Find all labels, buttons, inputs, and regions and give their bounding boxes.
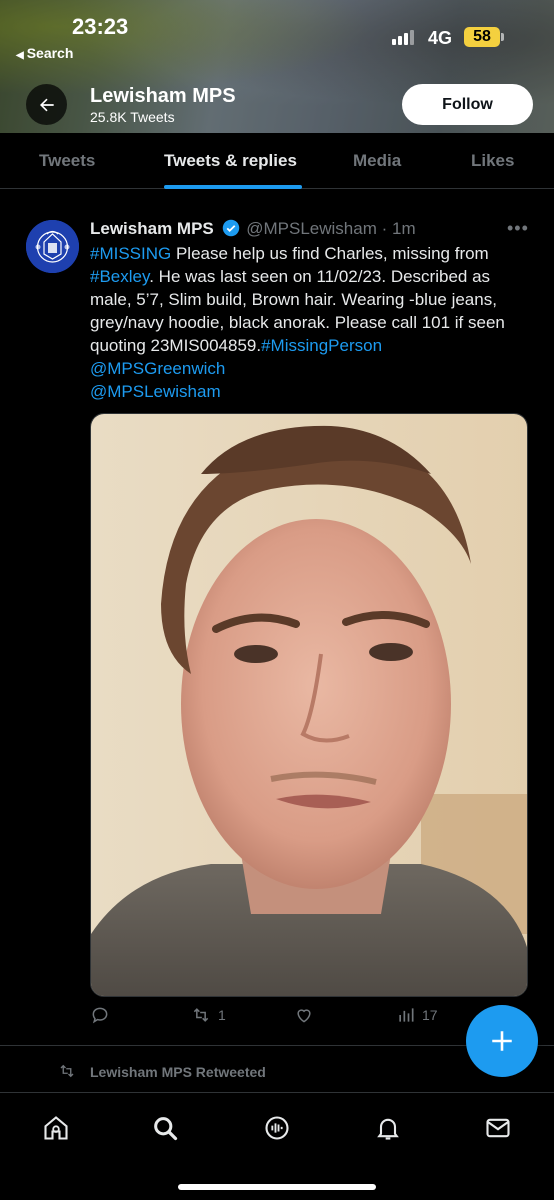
verified-badge-icon [222, 219, 239, 237]
active-tab-indicator [164, 185, 302, 189]
more-options-icon[interactable]: ••• [507, 218, 529, 239]
tab-tweets[interactable]: Tweets [39, 151, 95, 171]
follow-button[interactable]: Follow [402, 84, 533, 125]
profile-tabs: Tweets Tweets & replies Media Likes [0, 133, 554, 189]
heart-icon [297, 1009, 311, 1023]
photo-portrait [91, 414, 527, 996]
signal-icon [392, 29, 416, 45]
plus-icon [492, 1031, 512, 1051]
back-button[interactable] [26, 84, 67, 125]
tweet-text-part1: Please help us find Charles, missing fro… [171, 244, 489, 263]
tweet-text: #MISSING Please help us find Charles, mi… [90, 242, 536, 403]
tab-media[interactable]: Media [353, 151, 401, 171]
profile-name: Lewisham MPS [90, 85, 236, 107]
author-name[interactable]: Lewisham MPS [90, 219, 214, 238]
hashtag-bexley[interactable]: #Bexley [90, 267, 149, 286]
compose-tweet-button[interactable] [466, 1005, 538, 1077]
views-button[interactable]: 17 [396, 1005, 438, 1025]
views-count: 17 [422, 1007, 438, 1023]
views-icon [399, 1008, 414, 1022]
tweet-header: Lewisham MPS @MPSLewisham · 1m [90, 219, 416, 239]
tab-likes[interactable]: Likes [471, 151, 514, 171]
tweet-time: · 1m [381, 219, 416, 238]
police-crest-icon [26, 220, 79, 273]
mention-lewisham[interactable]: @MPSLewisham [90, 382, 221, 401]
retweet-button[interactable]: 1 [190, 1005, 226, 1025]
messages-icon[interactable] [483, 1113, 513, 1143]
back-to-app-label: Search [26, 45, 74, 61]
hashtag-missing-person[interactable]: #MissingPerson [261, 336, 382, 355]
profile-nav-row: Lewisham MPS 25.8K Tweets Follow [0, 80, 554, 130]
tweet[interactable]: Lewisham MPS @MPSLewisham · 1m ••• #MISS… [0, 190, 554, 1046]
back-triangle-icon: ◀ [16, 50, 24, 61]
search-icon[interactable] [150, 1113, 180, 1143]
status-time: 23:23 [72, 14, 129, 39]
status-bar: 23:23 ◀ Search 4G 58 [0, 0, 554, 70]
like-button[interactable] [294, 1005, 320, 1025]
reply-icon [92, 1007, 108, 1024]
retweet-small-icon [60, 1064, 74, 1078]
notifications-icon[interactable] [373, 1113, 403, 1143]
mention-greenwich[interactable]: @MPSGreenwich [90, 359, 225, 378]
battery-tip [501, 33, 504, 41]
tweet-photo[interactable] [90, 413, 528, 997]
avatar[interactable] [26, 220, 79, 273]
retweet-icon [193, 1008, 209, 1022]
retweeted-label: Lewisham MPS Retweeted [90, 1064, 266, 1080]
battery-icon: 58 [464, 27, 500, 47]
arrow-left-icon [39, 98, 54, 111]
network-type: 4G [428, 28, 453, 48]
tweet-count: 25.8K Tweets [90, 109, 175, 125]
spaces-icon[interactable] [262, 1113, 292, 1143]
home-indicator [178, 1184, 376, 1190]
retweet-count: 1 [218, 1007, 226, 1023]
author-handle[interactable]: @MPSLewisham [246, 219, 377, 238]
tab-tweets-and-replies[interactable]: Tweets & replies [164, 151, 297, 171]
back-to-app-link[interactable]: ◀ Search [16, 45, 73, 61]
reply-button[interactable] [90, 1005, 116, 1025]
hashtag-missing[interactable]: #MISSING [90, 244, 171, 263]
profile-header: 23:23 ◀ Search 4G 58 Lewisham MPS 25.8K T… [0, 0, 554, 133]
home-icon[interactable] [41, 1113, 71, 1143]
